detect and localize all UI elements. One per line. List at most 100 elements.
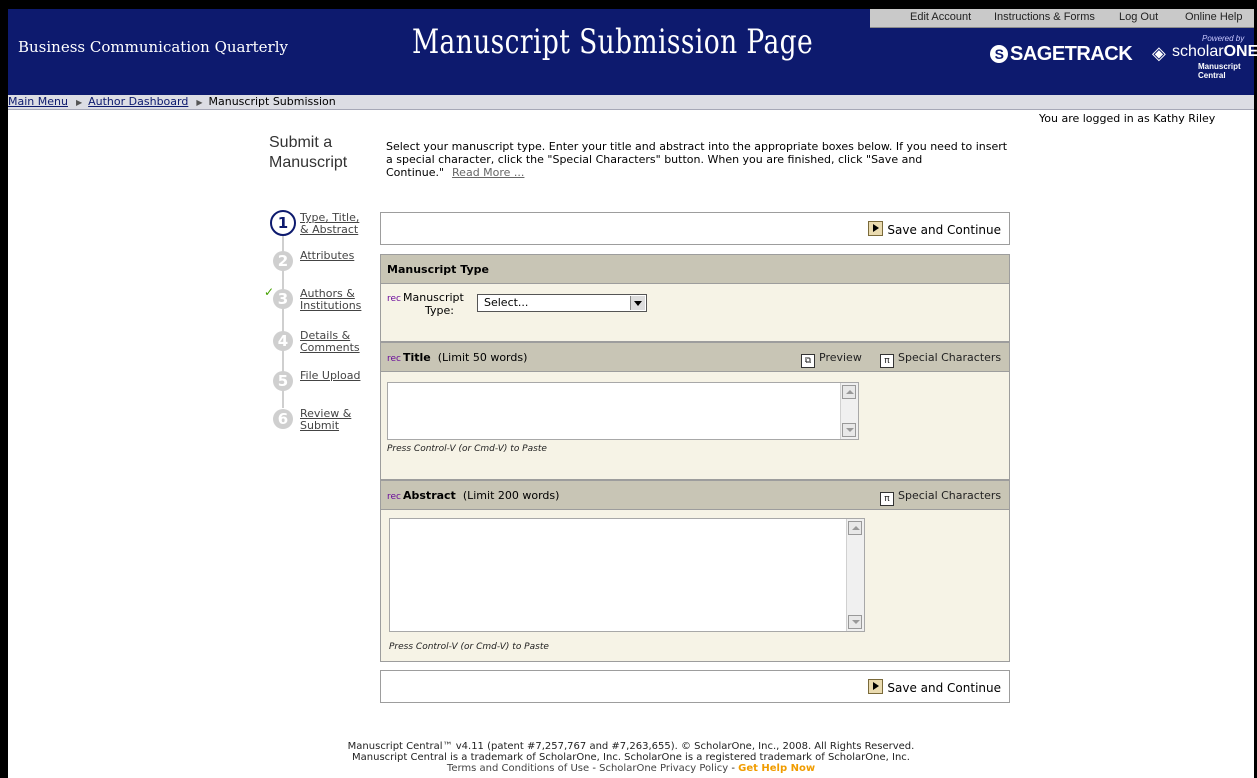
step-5-icon: 5 bbox=[273, 371, 293, 391]
window-frame-left bbox=[0, 0, 8, 778]
step-label-line: Attributes bbox=[300, 249, 355, 262]
powered-by-text: Powered by bbox=[1202, 34, 1245, 43]
save-row-top: Save and Continue bbox=[380, 212, 1010, 245]
submit-heading-line1: Submit a bbox=[269, 134, 333, 151]
submit-heading-line2: Manuscript bbox=[269, 154, 348, 171]
manuscript-type-select[interactable]: Select... bbox=[477, 294, 647, 312]
step-2-icon: 2 bbox=[273, 251, 293, 271]
pi-icon: π bbox=[880, 354, 894, 368]
title-limit: (Limit 50 words) bbox=[437, 351, 528, 364]
get-help-now-link[interactable]: Get Help Now bbox=[738, 763, 815, 774]
step-label-line: Submit bbox=[300, 419, 340, 432]
step-1-icon: 1 bbox=[270, 210, 296, 236]
manuscript-type-label-line1: Manuscript bbox=[403, 291, 464, 304]
abstract-heading-text: Abstract bbox=[403, 489, 456, 502]
step-label: Authors & Institutions bbox=[300, 288, 361, 312]
scholarone-diamond-icon: ◈ bbox=[1152, 43, 1166, 64]
scholarone-logo: scholarONE bbox=[1172, 43, 1257, 61]
required-marker: rec bbox=[387, 492, 401, 502]
special-characters-label: Special Characters bbox=[898, 489, 1002, 502]
scroll-up-icon[interactable] bbox=[842, 385, 856, 399]
abstract-paste-hint: Press Control-V (or Cmd-V) to Paste bbox=[389, 642, 549, 652]
manuscript-type-label-line2: Type: bbox=[425, 304, 454, 317]
abstract-header: rec Abstract (Limit 200 words) π Special C… bbox=[380, 480, 1010, 510]
special-characters-button-abstract[interactable]: π Special Characters bbox=[880, 481, 1001, 511]
step-4-icon: 4 bbox=[273, 331, 293, 351]
scroll-down-icon[interactable] bbox=[842, 423, 856, 437]
step-label: File Upload bbox=[300, 370, 360, 382]
title-heading-text: Title bbox=[403, 351, 431, 364]
scroll-up-icon[interactable] bbox=[848, 521, 862, 535]
scholarone-logo-b: ONE bbox=[1223, 43, 1257, 60]
step-label-line: Institutions bbox=[300, 299, 362, 312]
sage-s-icon: S bbox=[990, 45, 1008, 63]
footer-copyright: Manuscript Central™ v4.11 (patent #7,257… bbox=[347, 741, 915, 752]
title-textarea[interactable] bbox=[387, 382, 859, 440]
abstract-textarea[interactable] bbox=[389, 518, 865, 632]
step-label: Details & Comments bbox=[300, 330, 360, 354]
breadcrumb: Main Menu ▶ Author Dashboard ▶ Manuscript Su… bbox=[8, 95, 1254, 110]
breadcrumb-separator-icon: ▶ bbox=[196, 98, 203, 107]
play-icon bbox=[868, 221, 884, 236]
abstract-heading: rec Abstract (Limit 200 words) bbox=[387, 481, 559, 512]
top-links-bar: Edit Account Instructions & Forms Log Ou… bbox=[870, 9, 1254, 28]
footer-trademark: Manuscript Central is a trademark of Sch… bbox=[352, 752, 910, 763]
special-characters-button-title[interactable]: π Special Characters bbox=[880, 343, 1001, 373]
title-paste-hint: Press Control-V (or Cmd-V) to Paste bbox=[387, 444, 547, 454]
scroll-down-icon[interactable] bbox=[848, 615, 862, 629]
submit-manuscript-heading: Submit a Manuscript bbox=[269, 133, 347, 173]
required-marker: rec bbox=[387, 354, 401, 364]
instructions: Select your manuscript type. Enter your … bbox=[386, 140, 1016, 179]
play-icon bbox=[868, 679, 884, 694]
manuscript-type-header: Manuscript Type bbox=[380, 254, 1010, 284]
manuscript-type-selected-value: Select... bbox=[484, 296, 529, 309]
save-continue-label: Save and Continue bbox=[887, 681, 1001, 695]
manuscript-central-logo-text: Manuscript Central bbox=[1198, 62, 1241, 80]
step-label: Type, Title, & Abstract bbox=[300, 212, 359, 236]
abstract-body: Press Control-V (or Cmd-V) to Paste bbox=[380, 510, 1010, 662]
breadcrumb-current: Manuscript Submission bbox=[208, 95, 336, 108]
save-continue-button-bottom[interactable]: Save and Continue bbox=[868, 679, 1001, 695]
footer-links: Terms and Conditions of Use - ScholarOne… bbox=[446, 763, 816, 774]
step-label: Review & Submit bbox=[300, 408, 351, 432]
page-title: Manuscript Submission Page bbox=[412, 22, 814, 62]
step-label: Attributes bbox=[300, 250, 354, 262]
edit-account-link[interactable]: Edit Account bbox=[910, 11, 971, 23]
terms-link[interactable]: Terms and Conditions of Use bbox=[447, 763, 589, 774]
breadcrumb-author-dashboard[interactable]: Author Dashboard bbox=[88, 95, 188, 108]
manuscript-type-label: rec Manuscript Type: bbox=[387, 292, 464, 317]
read-more-link[interactable]: Read More ... bbox=[452, 166, 524, 179]
step-label-line: & Abstract bbox=[300, 223, 359, 236]
window-frame-top bbox=[0, 0, 1257, 9]
pi-icon: π bbox=[880, 492, 894, 506]
manuscript-type-heading: Manuscript Type bbox=[387, 255, 489, 285]
sagetrack-logo-text: SAGETRACK bbox=[1010, 43, 1133, 65]
breadcrumb-separator-icon: ▶ bbox=[75, 98, 83, 107]
manuscript-type-heading-text: Manuscript Type bbox=[387, 263, 489, 276]
step-3-icon: 3 bbox=[273, 289, 293, 309]
preview-icon: ⧉ bbox=[801, 354, 815, 368]
privacy-link[interactable]: ScholarOne Privacy Policy bbox=[599, 763, 728, 774]
manuscript-type-body: rec Manuscript Type: Select... bbox=[380, 284, 1010, 342]
special-characters-label: Special Characters bbox=[898, 351, 1002, 364]
save-continue-label: Save and Continue bbox=[887, 223, 1001, 237]
title-body: Press Control-V (or Cmd-V) to Paste bbox=[380, 372, 1010, 480]
title-heading: rec Title (Limit 50 words) bbox=[387, 343, 527, 374]
save-row-bottom: Save and Continue bbox=[380, 670, 1010, 703]
title-scrollbar[interactable] bbox=[840, 383, 858, 439]
online-help-link[interactable]: Online Help bbox=[1185, 11, 1242, 23]
abstract-limit: (Limit 200 words) bbox=[462, 489, 560, 502]
instructions-forms-link[interactable]: Instructions & Forms bbox=[994, 11, 1095, 23]
preview-label: Preview bbox=[819, 351, 862, 364]
title-header: rec Title (Limit 50 words) ⧉ Preview π Spec… bbox=[380, 342, 1010, 372]
logged-in-status: You are logged in as Kathy Riley bbox=[1039, 112, 1216, 125]
preview-button[interactable]: ⧉ Preview bbox=[801, 343, 862, 373]
save-continue-button-top[interactable]: Save and Continue bbox=[868, 221, 1001, 237]
abstract-scrollbar[interactable] bbox=[846, 519, 864, 631]
breadcrumb-main-menu[interactable]: Main Menu bbox=[8, 95, 68, 108]
chevron-down-icon[interactable] bbox=[630, 296, 645, 310]
step-label-line: Comments bbox=[300, 341, 360, 354]
log-out-link[interactable]: Log Out bbox=[1119, 11, 1158, 23]
required-marker: rec bbox=[387, 294, 401, 304]
scholarone-logo-a: scholar bbox=[1172, 43, 1224, 60]
